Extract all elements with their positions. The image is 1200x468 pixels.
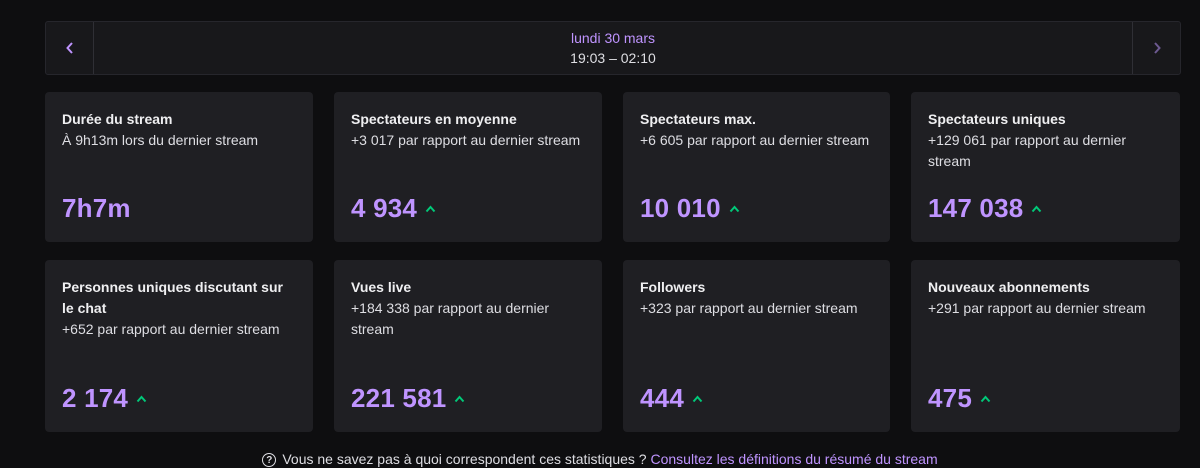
stat-comparison: +129 061 par rapport au dernier stream: [928, 132, 1127, 169]
previous-stream-button[interactable]: [46, 22, 94, 74]
stat-value-row: 475: [928, 383, 991, 414]
time-range: 19:03 – 02:10: [570, 50, 656, 66]
stat-value: 221 581: [351, 383, 447, 413]
stats-grid: Durée du stream À 9h13m lors du dernier …: [45, 92, 1181, 432]
stat-value-row: 4 934: [351, 193, 436, 224]
chevron-right-icon: [1153, 42, 1161, 54]
stat-value-row: 221 581: [351, 383, 465, 414]
stat-comparison: À 9h13m lors du dernier stream: [62, 132, 259, 148]
stat-value-row: 10 010: [640, 193, 740, 224]
stat-comparison: +6 605 par rapport au dernier stream: [640, 132, 870, 148]
stat-comparison: +652 par rapport au dernier stream: [62, 321, 280, 337]
stat-value: 2 174: [62, 383, 129, 413]
stat-title: Followers: [640, 279, 706, 295]
stat-comparison: +323 par rapport au dernier stream: [640, 300, 858, 316]
stat-card-max-viewers: Spectateurs max. +6 605 par rapport au d…: [623, 92, 890, 242]
stat-card-unique-chatters: Personnes uniques discutant sur le chat …: [45, 260, 313, 432]
stream-summary-definitions-link[interactable]: Consultez les définitions du résumé du s…: [650, 451, 937, 467]
next-stream-button[interactable]: [1132, 22, 1180, 74]
stat-value-row: 7h7m: [62, 193, 131, 224]
stat-value: 444: [640, 383, 684, 413]
chevron-left-icon: [65, 42, 73, 54]
help-icon: ?: [262, 453, 277, 468]
date-label: lundi 30 mars: [570, 30, 656, 46]
stat-title: Personnes uniques discutant sur le chat: [62, 279, 283, 316]
stat-value: 147 038: [928, 193, 1024, 223]
trend-up-icon: [454, 394, 465, 403]
footer-question: Vous ne savez pas à quoi correspondent c…: [282, 451, 647, 467]
date-navigator: lundi 30 mars 19:03 – 02:10: [45, 21, 1181, 75]
stat-comparison: +3 017 par rapport au dernier stream: [351, 132, 581, 148]
stat-title: Spectateurs en moyenne: [351, 111, 517, 127]
trend-up-icon: [425, 204, 436, 213]
stat-title: Nouveaux abonnements: [928, 279, 1090, 295]
stream-date: lundi 30 mars 19:03 – 02:10: [94, 22, 1132, 74]
stat-title: Durée du stream: [62, 111, 173, 127]
stat-value-row: 147 038: [928, 193, 1042, 224]
stat-value-row: 2 174: [62, 383, 147, 414]
trend-up-icon: [729, 204, 740, 213]
stat-value: 475: [928, 383, 972, 413]
stat-title: Spectateurs uniques: [928, 111, 1066, 127]
stat-card-average-viewers: Spectateurs en moyenne +3 017 par rappor…: [334, 92, 602, 242]
trend-up-icon: [692, 394, 703, 403]
stat-value: 7h7m: [62, 193, 131, 223]
stat-value: 4 934: [351, 193, 418, 223]
stat-card-live-views: Vues live +184 338 par rapport au dernie…: [334, 260, 602, 432]
trend-up-icon: [136, 394, 147, 403]
stat-title: Vues live: [351, 279, 412, 295]
stat-card-unique-viewers: Spectateurs uniques +129 061 par rapport…: [911, 92, 1180, 242]
trend-up-icon: [1031, 204, 1042, 213]
stat-card-new-subscriptions: Nouveaux abonnements +291 par rapport au…: [911, 260, 1180, 432]
stat-value-row: 444: [640, 383, 703, 414]
trend-up-icon: [980, 394, 991, 403]
stat-title: Spectateurs max.: [640, 111, 756, 127]
stat-value: 10 010: [640, 193, 721, 223]
stat-card-followers: Followers +323 par rapport au dernier st…: [623, 260, 890, 432]
stat-comparison: +184 338 par rapport au dernier stream: [351, 300, 550, 337]
stat-card-stream-duration: Durée du stream À 9h13m lors du dernier …: [45, 92, 313, 242]
definitions-footer: ? Vous ne savez pas à quoi correspondent …: [0, 450, 1200, 468]
stat-comparison: +291 par rapport au dernier stream: [928, 300, 1146, 316]
